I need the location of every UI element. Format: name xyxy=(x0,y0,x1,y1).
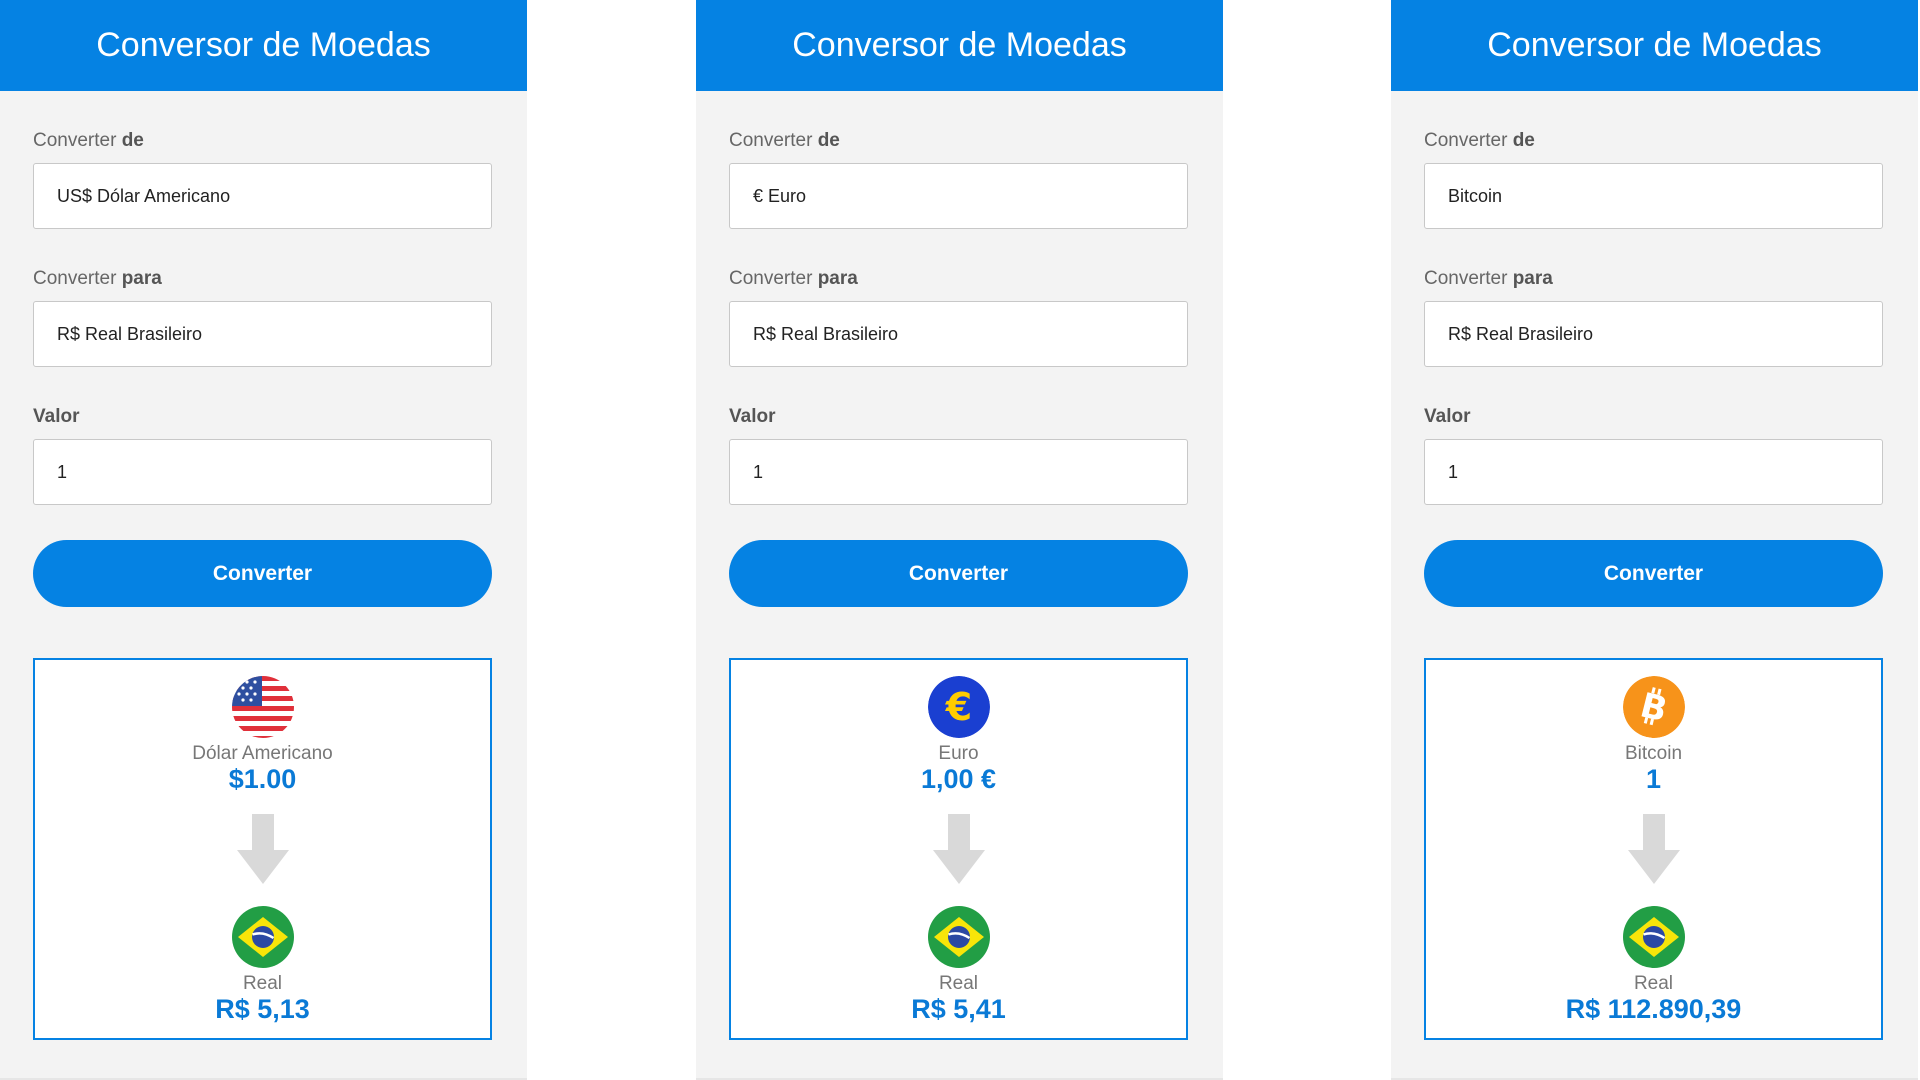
us-flag-icon xyxy=(231,676,294,738)
from-currency-select[interactable]: US$ Dólar Americano xyxy=(33,163,492,229)
brazil-flag-icon xyxy=(927,906,990,968)
app-title: Conversor de Moedas xyxy=(792,26,1127,64)
amount-input[interactable]: 1 xyxy=(33,439,492,505)
brazil-flag-icon xyxy=(231,906,294,968)
amount-label: Valor xyxy=(1424,406,1471,427)
to-label: Converter para xyxy=(1424,268,1553,289)
convert-button[interactable]: Converter xyxy=(33,540,492,607)
converter-panel-btc: Conversor de Moedas Converter de Bitcoin… xyxy=(1391,0,1918,1080)
bitcoin-icon: B xyxy=(1622,676,1685,738)
app-title: Conversor de Moedas xyxy=(96,26,431,64)
brazil-flag-icon xyxy=(1622,906,1685,968)
to-currency-name: Real xyxy=(242,973,283,994)
from-amount: $1.00 xyxy=(228,764,297,794)
from-currency-select[interactable]: Bitcoin xyxy=(1424,163,1883,229)
to-currency-name: Real xyxy=(938,973,979,994)
arrow-down-icon xyxy=(236,814,289,884)
result-box: € Euro 1,00 € Real R$ 5,41 xyxy=(729,658,1188,1040)
amount-label: Valor xyxy=(729,406,776,427)
app-title: Conversor de Moedas xyxy=(1487,26,1822,64)
result-box: B Bitcoin 1 Real R$ 112.890,39 xyxy=(1424,658,1883,1040)
amount-input[interactable]: 1 xyxy=(729,439,1188,505)
to-amount: R$ 112.890,39 xyxy=(1565,994,1742,1024)
amount-input[interactable]: 1 xyxy=(1424,439,1883,505)
amount-label: Valor xyxy=(33,406,80,427)
to-currency-select[interactable]: R$ Real Brasileiro xyxy=(729,301,1188,367)
to-label: Converter para xyxy=(729,268,858,289)
to-currency-select[interactable]: R$ Real Brasileiro xyxy=(33,301,492,367)
from-amount: 1 xyxy=(1645,764,1662,794)
from-label: Converter de xyxy=(1424,130,1535,151)
result-box: Dólar Americano $1.00 Real R$ 5,13 xyxy=(33,658,492,1040)
to-label: Converter para xyxy=(33,268,162,289)
from-currency-name: Bitcoin xyxy=(1624,743,1683,764)
to-currency-select[interactable]: R$ Real Brasileiro xyxy=(1424,301,1883,367)
arrow-down-icon xyxy=(932,814,985,884)
from-label: Converter de xyxy=(729,130,840,151)
from-currency-select[interactable]: € Euro xyxy=(729,163,1188,229)
converter-panel-eur: Conversor de Moedas Converter de € Euro … xyxy=(696,0,1223,1080)
from-amount: 1,00 € xyxy=(920,764,997,794)
to-currency-name: Real xyxy=(1633,973,1674,994)
convert-button[interactable]: Converter xyxy=(729,540,1188,607)
from-label: Converter de xyxy=(33,130,144,151)
euro-coin-icon: € xyxy=(927,676,990,738)
from-currency-name: Dólar Americano xyxy=(192,743,333,764)
to-amount: R$ 5,13 xyxy=(215,994,310,1024)
app-header: Conversor de Moedas xyxy=(1391,0,1918,91)
svg-text:€: € xyxy=(944,685,971,729)
from-currency-name: Euro xyxy=(938,743,979,764)
convert-button[interactable]: Converter xyxy=(1424,540,1883,607)
app-header: Conversor de Moedas xyxy=(0,0,527,91)
arrow-down-icon xyxy=(1627,814,1680,884)
converter-panel-usd: Conversor de Moedas Converter de US$ Dól… xyxy=(0,0,527,1080)
to-amount: R$ 5,41 xyxy=(911,994,1006,1024)
app-header: Conversor de Moedas xyxy=(696,0,1223,91)
